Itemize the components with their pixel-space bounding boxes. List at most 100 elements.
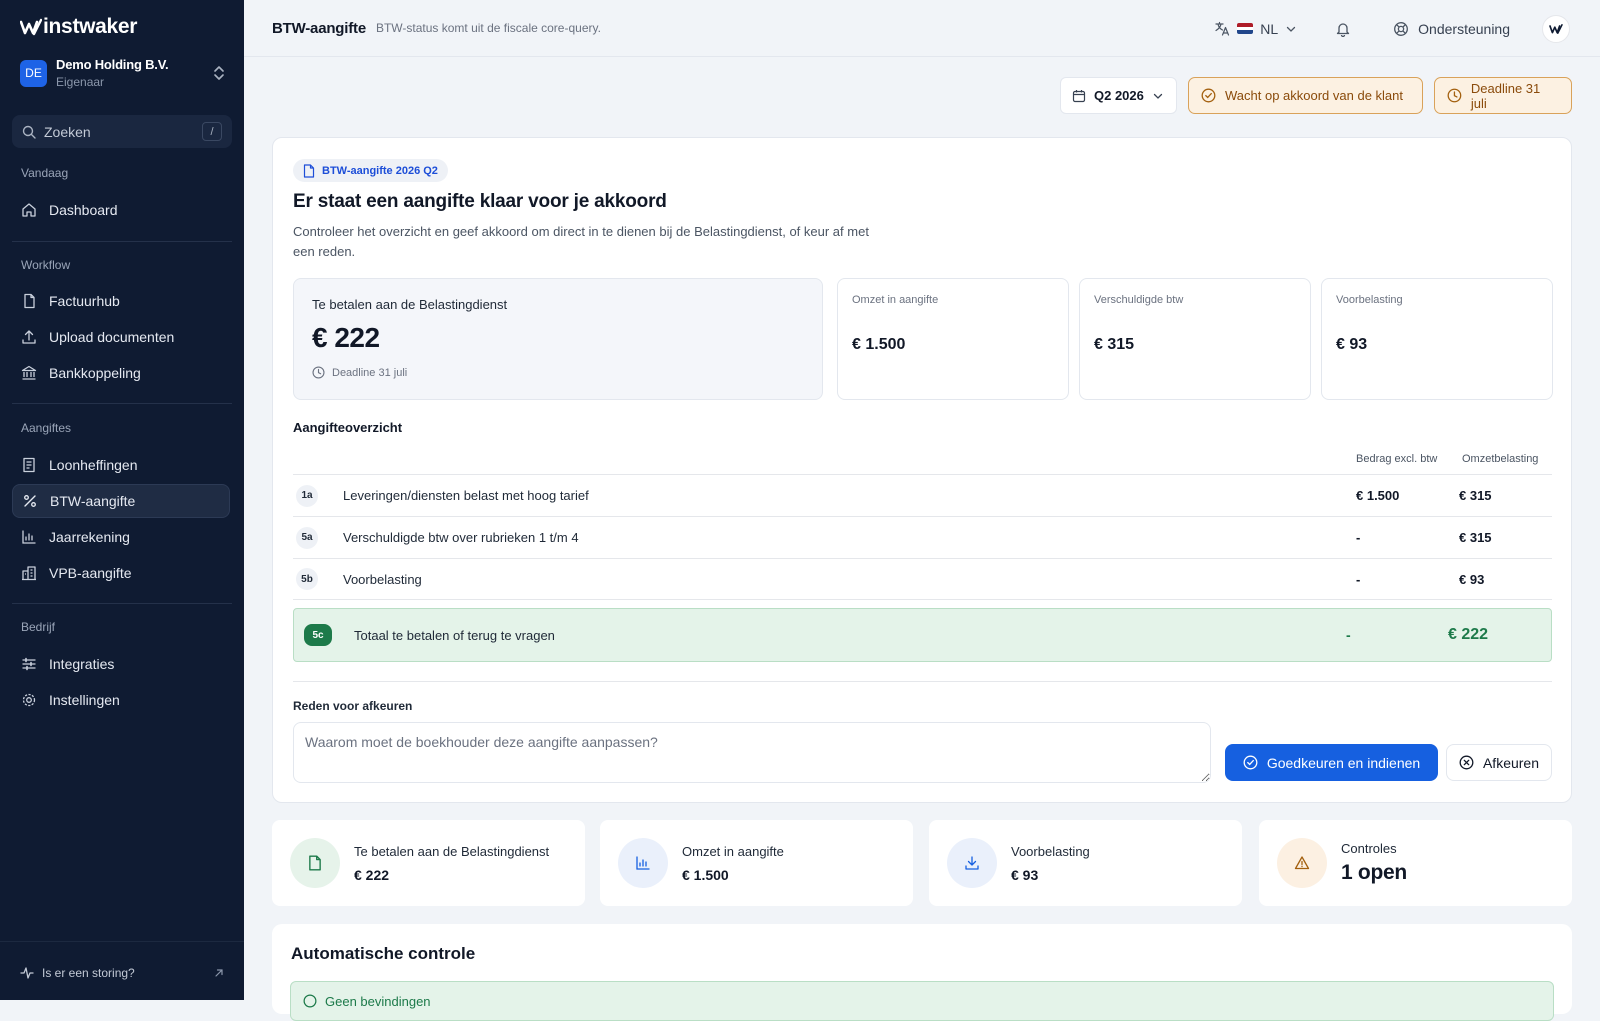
sidebar-item-label: VPB-aangifte [49,565,132,581]
sidebar-item-label: BTW-aangifte [50,493,136,509]
approval-card: BTW-aangifte 2026 Q2 Er staat een aangif… [272,137,1572,803]
sidebar-item-factuurhub[interactable]: Factuurhub [12,284,230,318]
support-button[interactable]: Ondersteuning [1393,21,1510,37]
sidebar-item-loonheffingen[interactable]: Loonheffingen [12,448,230,482]
summary-card-voorbelasting: Voorbelasting € 93 [929,820,1242,906]
sidebar-item-label: Dashboard [49,202,118,218]
sidebar-item-integraties[interactable]: Integraties [12,647,230,681]
file-icon [24,293,35,309]
nav-divider [12,403,232,404]
row-code: 5b [296,568,318,590]
x-circle-icon [1459,755,1474,770]
row-vat: € 315 [1459,488,1492,503]
sidebar-item-upload[interactable]: Upload documenten [12,320,230,354]
summary-value: € 222 [354,866,390,883]
summary-icon-wrap [947,838,997,888]
summary-icon-wrap [618,838,668,888]
auto-check-item-label: Geen bevindingen [325,993,431,1009]
sidebar-item-jaarrekening[interactable]: Jaarrekening [12,520,230,554]
summary-value: € 1.500 [682,866,729,883]
bell-icon [1337,22,1350,37]
nav-section-aangiftes: Aangiftes [21,421,72,435]
kpi-value: € 1.500 [852,336,906,353]
status-label: Wacht op akkoord van de klant [1225,88,1404,103]
summary-label: Controles [1341,841,1397,856]
summary-icon-wrap [1277,838,1327,888]
kpi-voorbelasting: Voorbelasting € 93 [1321,278,1553,400]
sidebar-item-label: Instellingen [49,692,120,708]
row-vat: € 222 [1448,626,1489,643]
nav-divider [12,603,232,604]
row-vat: € 315 [1459,530,1492,545]
check-circle-icon [1243,755,1258,770]
calendar-icon [1072,89,1086,102]
nav-section-workflow: Workflow [21,258,71,272]
bar-chart-icon [22,530,36,544]
bank-icon [21,365,37,380]
row-description: Leveringen/diensten belast met hoog tari… [343,488,589,503]
search-icon [22,125,36,139]
logo-text: instwaker [43,15,138,38]
column-header-amount: Bedrag excl. btw [1356,453,1438,465]
chevron-down-icon [1153,93,1163,99]
user-avatar[interactable] [1542,14,1570,43]
kpi-omzet: Omzet in aangifte € 1.500 [837,278,1069,400]
nav-section-bedrijf: Bedrijf [21,620,56,634]
kpi-value: € 315 [1094,336,1135,353]
summary-icon-wrap [290,838,340,888]
deadline-label: Deadline 31 juli [1470,80,1541,111]
organization-switcher[interactable]: DE Demo Holding B.V. Eigenaar [20,56,226,90]
sidebar-search[interactable]: Zoeken / [12,115,232,148]
alert-triangle-icon [1294,856,1310,870]
nav-divider [12,241,232,242]
org-avatar: DE [20,59,47,87]
kpi-deadline-label: Deadline 31 juli [332,366,408,379]
chevron-down-icon [1287,26,1296,32]
summary-label: Voorbelasting [1011,843,1090,859]
app-logo[interactable]: instwaker [20,15,137,39]
flag-nl-icon [1237,23,1254,34]
sidebar-item-btw-aangifte[interactable]: BTW-aangifte [12,484,230,518]
status-link-label: Is er een storing? [42,966,135,980]
auto-check-item: Geen bevindingen [290,981,1554,1021]
notifications-button[interactable] [1335,21,1351,37]
reject-button[interactable]: Afkeuren [1446,744,1552,781]
kpi-label: Voorbelasting [1336,294,1403,306]
sidebar-item-instellingen[interactable]: Instellingen [12,683,230,717]
reject-label: Afkeuren [1482,754,1540,771]
kpi-verschuldigde-btw: Verschuldigde btw € 315 [1079,278,1311,400]
document-icon [309,855,321,871]
percent-icon [24,495,36,507]
row-amount: - [1356,530,1361,545]
status-link[interactable]: Is er een storing? [20,966,224,980]
org-role: Eigenaar [56,75,105,89]
payable-kpi: Te betalen aan de Belastingdienst € 222 … [293,278,823,400]
approve-button[interactable]: Goedkeuren en indienen [1225,744,1438,781]
sidebar-item-vpb-aangifte[interactable]: VPB-aangifte [12,556,230,590]
summary-label: Omzet in aangifte [682,843,784,859]
divider [293,681,1552,682]
activity-icon [20,967,34,979]
sidebar-item-bankkoppeling[interactable]: Bankkoppeling [12,356,230,390]
approve-label: Goedkeuren en indienen [1266,754,1421,771]
sidebar-item-label: Bankkoppeling [49,365,141,381]
gear-icon [22,693,36,707]
card-description: Controleer het overzicht en geef akkoord… [293,224,869,259]
org-name: Demo Holding B.V. [56,57,169,72]
column-header-vat: Omzetbelasting [1462,453,1539,465]
brand-mark-icon [1549,23,1563,34]
table-row: 5b Voorbelasting - € 93 [293,558,1552,600]
reason-textarea[interactable] [293,722,1211,783]
sidebar-item-dashboard[interactable]: Dashboard [12,193,230,227]
row-description: Verschuldigde btw over rubrieken 1 t/m 4 [343,530,579,545]
table-row: 5a Verschuldigde btw over rubrieken 1 t/… [293,516,1552,558]
sidebar-item-label: Loonheffingen [49,457,138,473]
kpi-value: € 93 [1336,336,1368,353]
language-label: NL [1260,20,1279,37]
chevrons-up-down-icon [214,66,224,80]
row-amount: - [1356,571,1361,587]
sliders-icon [22,657,36,671]
period-selector[interactable]: Q2 2026 [1060,77,1177,114]
row-code: 5c [304,624,332,646]
language-selector[interactable]: NL [1214,21,1297,37]
